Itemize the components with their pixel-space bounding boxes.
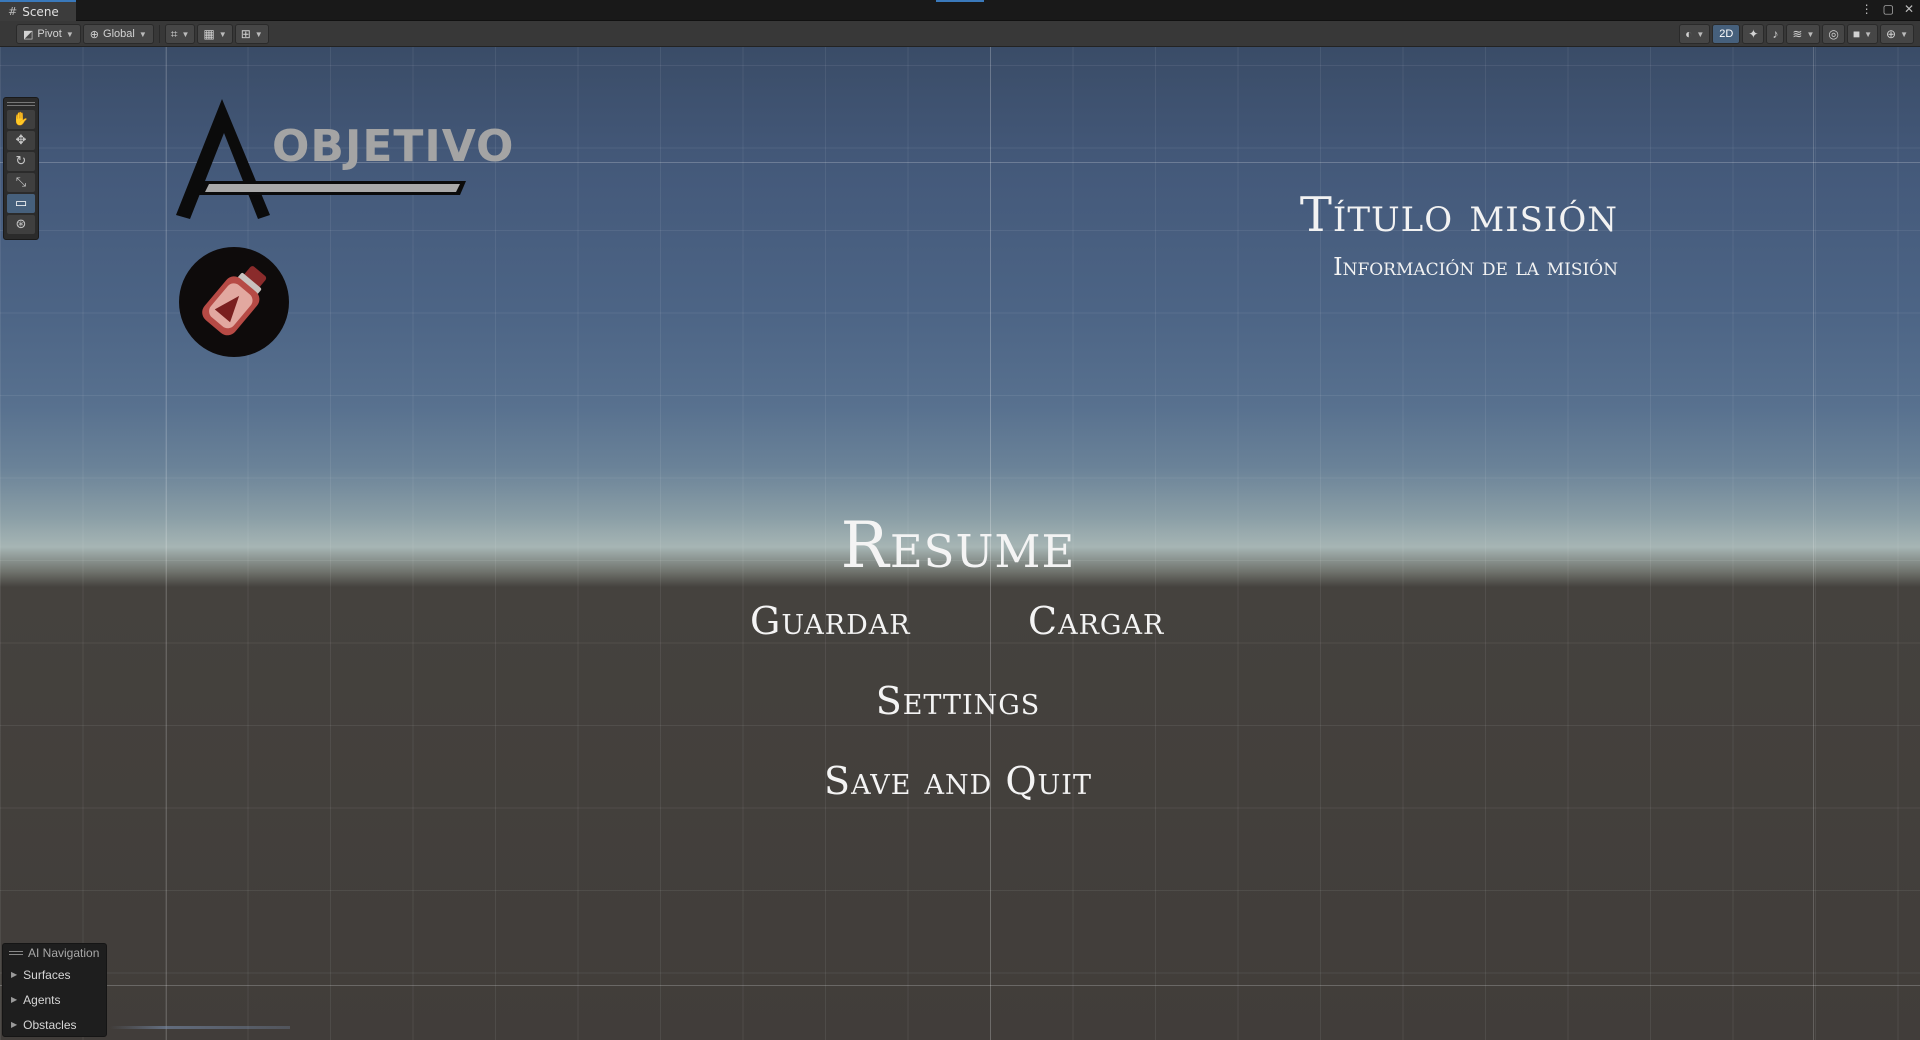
ai-navigation-item-obstacles[interactable]: ▶ Obstacles <box>3 1012 106 1037</box>
global-dropdown[interactable]: ⊕ Global ▼ <box>82 24 154 44</box>
mission-info: Información de la misión <box>1333 253 1618 281</box>
drag-handle-icon <box>9 951 23 955</box>
pivot-icon: ◩ <box>23 28 34 41</box>
rect-tool-icon[interactable]: ▭ <box>7 194 35 213</box>
chevron-down-icon: ▼ <box>1900 29 1908 39</box>
objective-progress-bar <box>205 184 460 192</box>
expand-arrow-icon: ▶ <box>11 1020 18 1029</box>
settings-button[interactable]: Settings <box>0 679 1916 723</box>
pivot-label: Pivot <box>37 28 62 40</box>
lightbulb-icon: ✦ <box>1748 27 1759 41</box>
grid-visibility-button[interactable]: ▦ ▼ <box>197 24 233 44</box>
ground-object <box>110 1026 290 1029</box>
eye-slash-icon: ◎ <box>1828 27 1839 41</box>
ai-navigation-title: AI Navigation <box>28 946 100 960</box>
potion-icon <box>179 247 289 357</box>
mission-title: Título misión <box>1299 187 1618 243</box>
save-and-quit-button[interactable]: Save and Quit <box>0 759 1916 803</box>
camera-icon: ■ <box>1852 27 1861 41</box>
ai-navigation-item-agents[interactable]: ▶ Agents <box>3 987 106 1012</box>
tool-palette: ✋ ✥ ↻ ⤡ ▭ ⊛ <box>3 97 39 240</box>
mode-2d-label: 2D <box>1719 28 1734 40</box>
layers-icon: ≋ <box>1792 27 1803 41</box>
expand-arrow-icon: ▶ <box>11 970 18 979</box>
objective-title: OBJETIVO <box>272 121 515 172</box>
cargar-button[interactable]: Cargar <box>1028 599 1164 643</box>
maximize-icon[interactable]: ▢ <box>1883 2 1894 16</box>
visibility-toggle[interactable]: ◎ <box>1822 24 1845 44</box>
window-tab-strip: # Scene ⋮ ▢ ✕ <box>0 0 1920 21</box>
globe-icon: ⊕ <box>89 28 100 41</box>
grid-icon: ▦ <box>203 27 215 41</box>
shading-mode-button[interactable]: ◐ ▼ <box>1679 24 1711 44</box>
guardar-button[interactable]: Guardar <box>750 599 911 643</box>
audio-toggle[interactable]: ♪ <box>1766 24 1785 44</box>
pivot-dropdown[interactable]: ◩ Pivot ▼ <box>16 24 81 44</box>
audio-icon: ♪ <box>1772 27 1779 41</box>
global-label: Global <box>103 28 135 40</box>
grid-snap-button[interactable]: ⌗ ▼ <box>164 24 196 44</box>
transform-tool-icon[interactable]: ⊛ <box>7 215 35 234</box>
resume-button[interactable]: Resume <box>0 509 1916 583</box>
rotate-tool-icon[interactable]: ↻ <box>7 152 35 171</box>
sphere-icon: ◐ <box>1685 27 1693 41</box>
expand-arrow-icon: ▶ <box>11 995 18 1004</box>
chevron-down-icon: ▼ <box>1696 29 1705 39</box>
ai-navigation-item-label: Obstacles <box>23 1017 77 1032</box>
increment-snap-button[interactable]: ⊞ ▼ <box>234 24 269 44</box>
ai-navigation-overlay: AI Navigation ▶ Surfaces ▶ Agents ▶ Obst… <box>2 943 107 1037</box>
more-options-icon[interactable]: ⋮ <box>1861 2 1873 16</box>
ai-navigation-item-label: Agents <box>23 992 61 1007</box>
window-controls: ⋮ ▢ ✕ <box>1861 2 1914 16</box>
toolbar-divider <box>158 25 160 43</box>
scene-viewport[interactable]: OBJETIVO Título misión Información de la… <box>0 47 1920 1040</box>
close-icon[interactable]: ✕ <box>1904 2 1914 16</box>
scene-toolbar: ◩ Pivot ▼ ⊕ Global ▼ ⌗ ▼ ▦ ▼ ⊞ ▼ ◐ ▼ 2D ✦ ♪ … <box>0 21 1920 47</box>
ai-navigation-item-surfaces[interactable]: ▶ Surfaces <box>3 962 106 987</box>
scene-grid-icon: # <box>8 5 18 18</box>
tab-scene[interactable]: # Scene <box>0 0 76 21</box>
gizmos-dropdown[interactable]: ⊕ ▼ <box>1880 24 1914 44</box>
mode-2d-toggle[interactable]: 2D <box>1712 24 1741 44</box>
ruler-icon: ⊞ <box>240 27 251 41</box>
chevron-down-icon: ▼ <box>218 29 227 39</box>
gizmo-icon: ⊕ <box>1886 27 1897 41</box>
lighting-toggle[interactable]: ✦ <box>1742 24 1765 44</box>
hand-tool-icon[interactable]: ✋ <box>7 110 35 129</box>
ai-navigation-header[interactable]: AI Navigation <box>3 944 106 962</box>
chevron-down-icon: ▼ <box>138 29 147 39</box>
play-indicator <box>936 0 984 2</box>
grid-snap-icon: ⌗ <box>170 26 178 41</box>
camera-dropdown[interactable]: ■ ▼ <box>1846 24 1879 44</box>
move-tool-icon[interactable]: ✥ <box>7 131 35 150</box>
ai-navigation-item-label: Surfaces <box>23 967 71 982</box>
effects-dropdown[interactable]: ≋ ▼ <box>1786 24 1821 44</box>
tab-scene-label: Scene <box>22 4 59 19</box>
chevron-down-icon: ▼ <box>254 29 263 39</box>
scale-tool-icon[interactable]: ⤡ <box>7 173 35 192</box>
drag-handle-icon[interactable] <box>7 100 35 108</box>
chevron-down-icon: ▼ <box>65 29 74 39</box>
chevron-down-icon: ▼ <box>1806 29 1815 39</box>
chevron-down-icon: ▼ <box>1864 29 1873 39</box>
canvas-edge-bottom <box>0 985 1920 986</box>
chevron-down-icon: ▼ <box>181 29 190 39</box>
